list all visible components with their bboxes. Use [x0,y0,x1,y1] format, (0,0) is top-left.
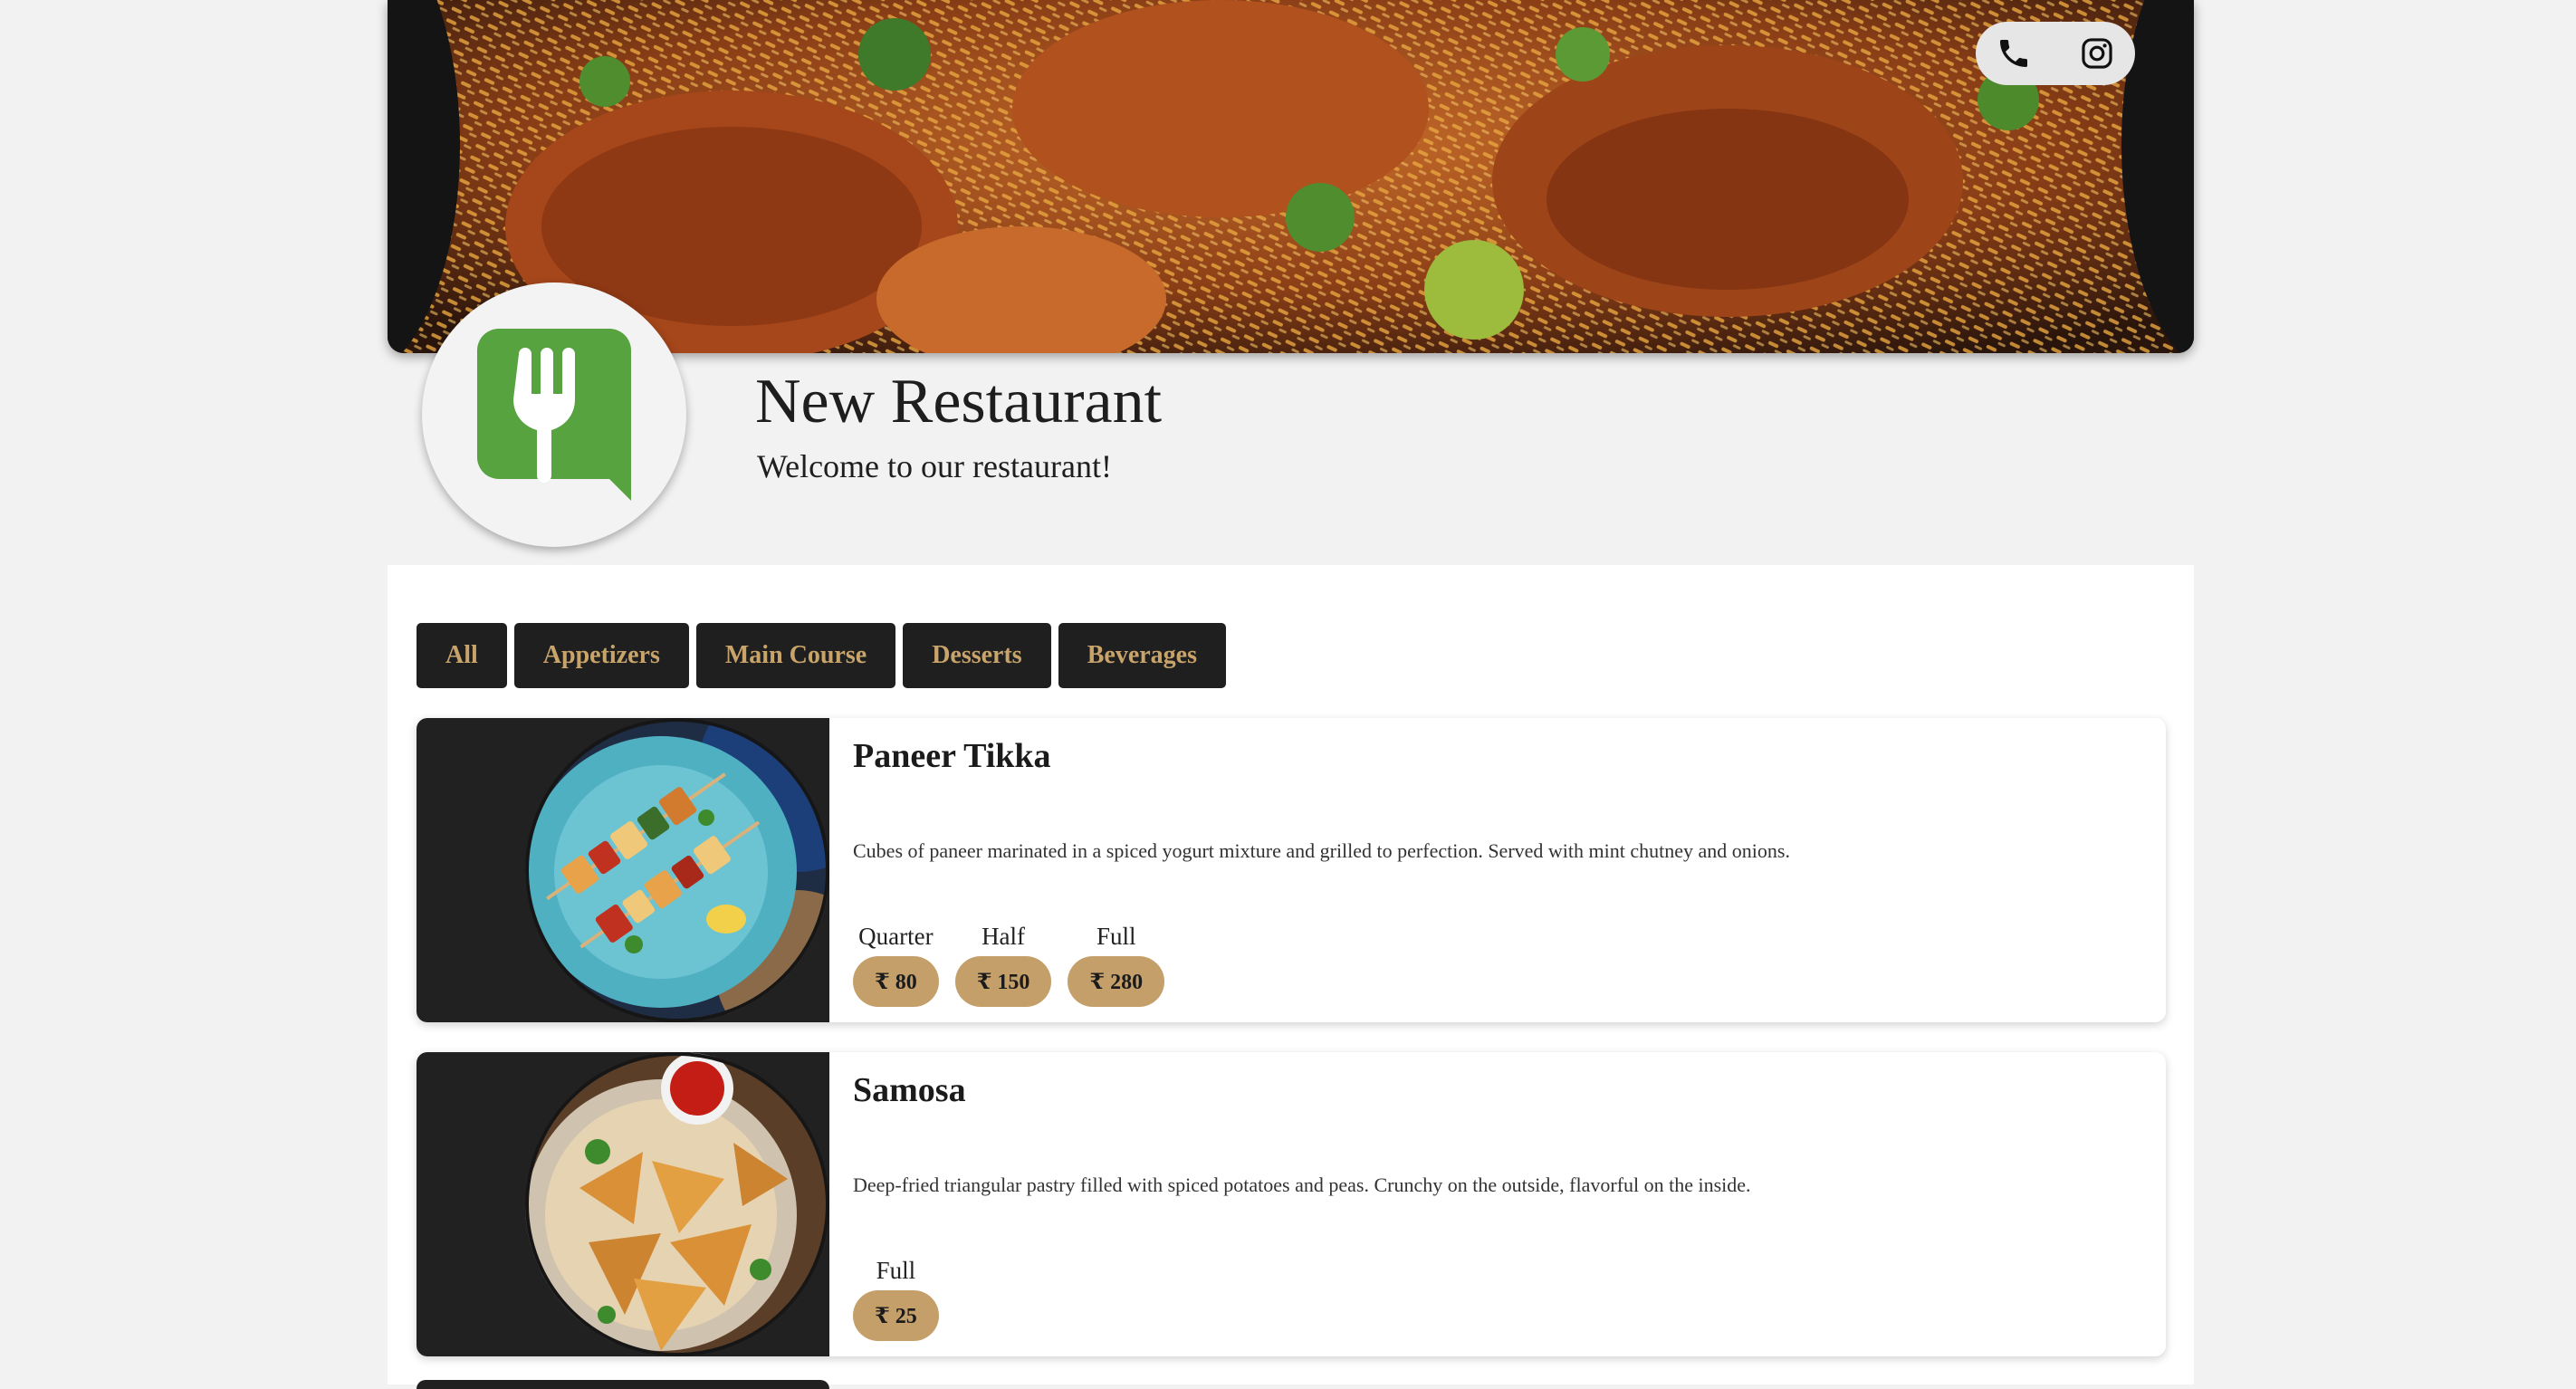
restaurant-logo [422,283,686,547]
menu-item-description: Cubes of paneer marinated in a spiced yo… [853,839,1790,862]
price-size-label: Full [1096,923,1136,950]
price-option: Full ₹ 280 [1068,923,1165,1007]
menu-panel: All Appetizers Main Course Desserts Beve… [388,565,2194,1389]
fork-logo-icon [477,329,631,501]
social-links [1976,22,2135,85]
menu-item-description: Deep-fried triangular pastry filled with… [853,1173,1751,1196]
menu-item-card[interactable]: Paneer Tikka Cubes of paneer marinated i… [417,718,2166,1022]
price-option: Half ₹ 150 [954,923,1052,1007]
samosa-image [525,1052,829,1356]
price-option: Quarter ₹ 80 [853,923,939,1007]
tab-all[interactable]: All [417,623,507,688]
menu-item-image-frame [417,718,829,1022]
tab-main-course[interactable]: Main Course [695,623,896,688]
price-options: Full ₹ 25 [853,1257,939,1341]
price-size-label: Full [876,1257,916,1284]
price-size-label: Quarter [858,923,934,950]
menu-item-name: Paneer Tikka [853,737,1051,775]
price-button[interactable]: ₹ 80 [853,956,939,1007]
menu-item-name: Samosa [853,1071,966,1109]
price-button[interactable]: ₹ 150 [954,956,1052,1007]
price-button[interactable]: ₹ 280 [1068,956,1165,1007]
paneer-tikka-image [525,718,829,1022]
price-option: Full ₹ 25 [853,1257,939,1341]
tab-beverages[interactable]: Beverages [1058,623,1227,688]
menu-item-image-frame [417,1052,829,1356]
price-button[interactable]: ₹ 25 [853,1290,939,1341]
next-menu-item-card[interactable] [417,1380,829,1389]
hero-banner [388,0,2194,353]
instagram-icon[interactable] [2079,35,2115,72]
tab-desserts[interactable]: Desserts [903,623,1051,688]
restaurant-name: New Restaurant [755,367,1163,436]
price-options: Quarter ₹ 80 Half ₹ 150 Full ₹ 280 [853,923,1165,1007]
hero-food-image [388,0,2194,353]
restaurant-tagline: Welcome to our restaurant! [757,448,1112,484]
price-size-label: Half [982,923,1026,950]
tab-appetizers[interactable]: Appetizers [513,623,689,688]
phone-icon[interactable] [1996,35,2032,72]
menu-item-card[interactable]: Samosa Deep-fried triangular pastry fill… [417,1052,2166,1356]
category-tabs: All Appetizers Main Course Desserts Beve… [417,623,1227,688]
